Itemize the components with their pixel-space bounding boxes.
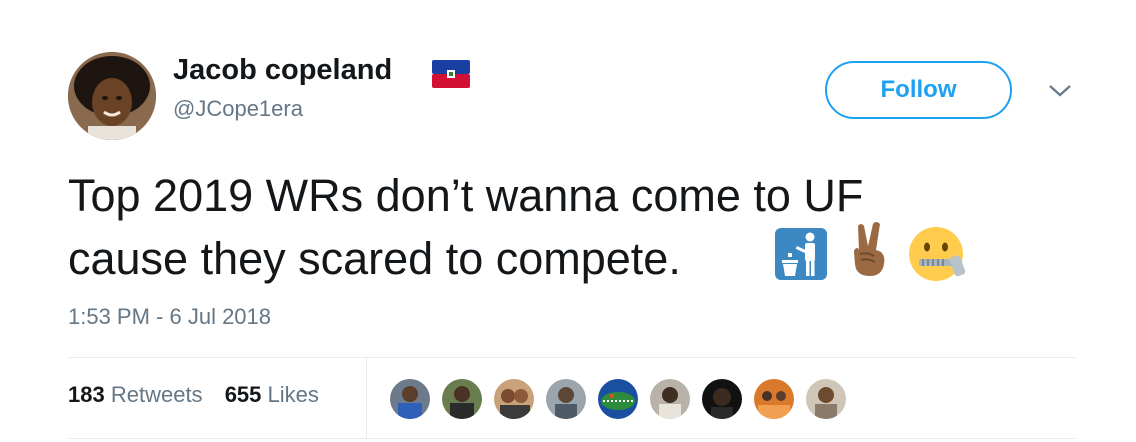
display-name[interactable]: Jacob copeland	[173, 54, 392, 87]
likes-stat[interactable]: 655 Likes	[225, 382, 319, 408]
stats-separator	[366, 358, 367, 438]
liker-avatar[interactable]	[648, 377, 692, 421]
divider-top	[68, 357, 1076, 358]
liker-avatar[interactable]	[492, 377, 536, 421]
litter-in-bin-icon	[775, 228, 827, 280]
haiti-flag-icon	[432, 60, 470, 88]
user-avatar[interactable]	[68, 52, 156, 140]
liker-avatar[interactable]	[596, 377, 640, 421]
divider-bottom	[68, 438, 1076, 439]
liker-avatar[interactable]	[752, 377, 796, 421]
retweets-label: Retweets	[110, 382, 203, 407]
tweet-timestamp[interactable]: 1:53 PM - 6 Jul 2018	[68, 304, 271, 330]
liker-avatar[interactable]	[700, 377, 744, 421]
liker-avatar[interactable]	[440, 377, 484, 421]
liker-avatar[interactable]	[388, 377, 432, 421]
likes-count: 655	[224, 382, 262, 407]
user-handle[interactable]: @JCope1era	[173, 96, 303, 122]
likes-label: Likes	[267, 382, 319, 407]
retweets-count: 183	[68, 382, 105, 407]
zipper-mouth-face-icon	[909, 227, 966, 281]
tweet-text-line-1: Top 2019 WRs don’t wanna come to UF	[68, 170, 864, 221]
follow-button[interactable]: Follow	[825, 61, 1012, 119]
chevron-down-icon[interactable]	[1046, 82, 1074, 100]
victory-hand-icon	[854, 222, 885, 276]
liker-avatar[interactable]	[544, 377, 588, 421]
tweet-stats: 183 Retweets 655 Likes	[68, 382, 335, 408]
retweets-stat[interactable]: 183 Retweets	[68, 382, 203, 408]
liker-avatar[interactable]	[804, 377, 848, 421]
